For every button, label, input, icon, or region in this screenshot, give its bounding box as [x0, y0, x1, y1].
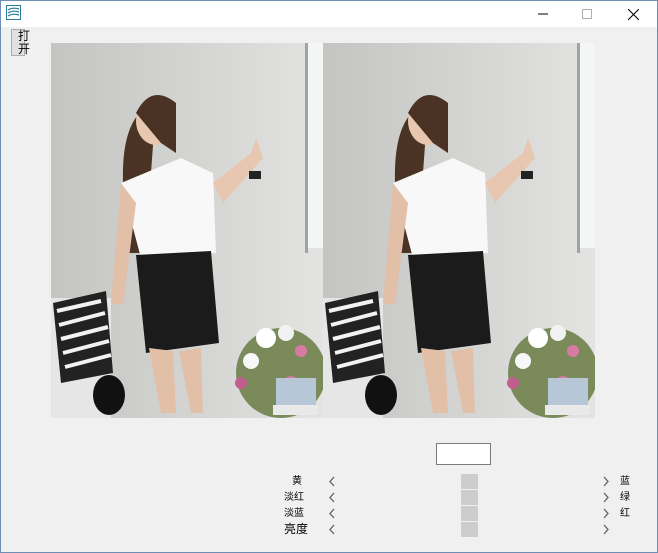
- arrow-right-icon[interactable]: [602, 476, 610, 487]
- minimize-button[interactable]: [520, 1, 566, 27]
- arrow-left-icon[interactable]: [328, 492, 336, 503]
- app-icon: [6, 5, 21, 20]
- brightness-slider[interactable]: [325, 522, 613, 537]
- slider-left-label: 黄: [292, 476, 302, 487]
- slider-left-label: 淡红: [284, 492, 304, 503]
- slider-right-label: 蓝: [620, 476, 630, 487]
- slider-thumb[interactable]: [460, 490, 478, 505]
- app-window: 打开 黄 蓝 淡红 绿 淡蓝 红 亮度: [0, 0, 658, 553]
- photo-image: [323, 43, 595, 418]
- maximize-button[interactable]: [564, 1, 610, 27]
- color-slider-pink-green[interactable]: [325, 490, 613, 505]
- arrow-left-icon[interactable]: [328, 524, 336, 535]
- slider-thumb[interactable]: [460, 474, 478, 489]
- close-icon: [627, 8, 639, 20]
- open-button[interactable]: 打开: [11, 29, 30, 56]
- minimize-icon: [538, 13, 548, 15]
- color-slider-yellow-blue[interactable]: [325, 474, 613, 489]
- arrow-left-icon[interactable]: [328, 508, 336, 519]
- arrow-left-icon[interactable]: [328, 476, 336, 487]
- photo-original: [51, 43, 323, 418]
- photo-adjusted: [323, 43, 595, 418]
- slider-left-label: 亮度: [284, 522, 309, 536]
- color-slider-lightblue-red[interactable]: [325, 506, 613, 521]
- value-display-box[interactable]: [436, 443, 491, 465]
- slider-thumb[interactable]: [460, 522, 478, 537]
- slider-left-label: 淡蓝: [284, 508, 304, 519]
- photo-image: [51, 43, 323, 418]
- title-bar: [1, 1, 657, 27]
- arrow-right-icon[interactable]: [602, 508, 610, 519]
- maximize-icon: [582, 9, 592, 19]
- close-button[interactable]: [610, 1, 656, 27]
- slider-right-label: 绿: [620, 492, 630, 503]
- slider-right-label: 红: [620, 508, 630, 519]
- arrow-right-icon[interactable]: [602, 524, 610, 535]
- slider-thumb[interactable]: [460, 506, 478, 521]
- arrow-right-icon[interactable]: [602, 492, 610, 503]
